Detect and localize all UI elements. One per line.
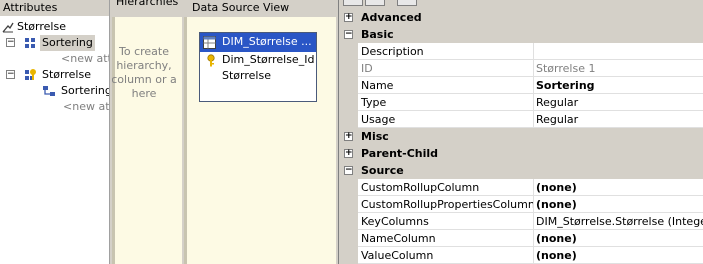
property-value[interactable]: (none) — [534, 230, 703, 247]
property-name: CustomRollupColumn — [358, 179, 534, 196]
key-attribute-icon — [25, 69, 36, 80]
properties-pane: + Advanced − Basic Description ID Større… — [338, 0, 703, 264]
new-attribute-label: <new attr — [61, 52, 109, 65]
property-value[interactable]: DIM_Størrelse.Størrelse (Integer) — [534, 213, 703, 230]
property-row-valuecolumn[interactable]: ValueColumn (none) — [339, 247, 703, 264]
category-source[interactable]: − Source — [339, 162, 703, 179]
dsv-column-label: Dim_Størrelse_Id — [222, 53, 315, 66]
category-parent-child[interactable]: + Parent-Child — [339, 145, 703, 162]
hierarchies-pane: Hierarchies To create hierarchy, column … — [112, 0, 182, 264]
property-value[interactable] — [534, 43, 703, 60]
expand-icon[interactable]: + — [344, 132, 353, 141]
property-row-type[interactable]: Type Regular — [339, 94, 703, 111]
properties-toolbar — [339, 0, 703, 9]
property-row-customrolluppropertiescolumn[interactable]: CustomRollupPropertiesColumn (none) — [339, 196, 703, 213]
data-source-view-pane: Data Source View DIM_Størrelse ... Dim_S… — [184, 0, 336, 264]
property-name: ID — [358, 60, 534, 77]
property-pages-button[interactable] — [397, 0, 417, 6]
collapse-toggle[interactable]: − — [6, 38, 15, 47]
collapse-toggle[interactable]: − — [6, 70, 15, 79]
table-icon — [203, 36, 216, 49]
property-row-name[interactable]: Name Sortering — [339, 77, 703, 94]
category-basic[interactable]: − Basic — [339, 26, 703, 43]
dsv-header: Data Source View — [184, 0, 336, 17]
new-attribute-placeholder[interactable]: <new attri — [63, 99, 110, 115]
hierarchies-hint: To create hierarchy, column or a here — [112, 45, 177, 100]
collapse-icon[interactable]: − — [344, 166, 353, 175]
property-row-description[interactable]: Description — [339, 43, 703, 60]
property-name: Usage — [358, 111, 534, 128]
expand-icon[interactable]: + — [344, 13, 353, 22]
property-row-usage[interactable]: Usage Regular — [339, 111, 703, 128]
attribute-relationship-icon — [2, 22, 14, 33]
property-name: Description — [358, 43, 534, 60]
category-label: Misc — [361, 130, 389, 143]
hierarchies-header: Hierarchies — [112, 0, 182, 11]
expand-icon[interactable]: + — [344, 149, 353, 158]
tree-root-label: Størrelse — [17, 20, 66, 33]
category-label: Basic — [361, 28, 394, 41]
dsv-column-label: Størrelse — [222, 69, 271, 82]
property-row-id[interactable]: ID Størrelse 1 — [339, 60, 703, 77]
property-row-customrollupcolumn[interactable]: CustomRollupColumn (none) — [339, 179, 703, 196]
categorized-button[interactable] — [343, 0, 363, 6]
attributes-header: Attributes — [0, 0, 109, 17]
property-name: ValueColumn — [358, 247, 534, 264]
key-icon — [207, 54, 215, 67]
property-value: Størrelse 1 — [534, 60, 703, 77]
new-attribute-label: <new attri — [63, 100, 110, 113]
category-misc[interactable]: + Misc — [339, 128, 703, 145]
dsv-column[interactable]: Størrelse — [200, 68, 316, 84]
property-name: KeyColumns — [358, 213, 534, 230]
property-value[interactable]: Regular — [534, 111, 703, 128]
property-row-keycolumns[interactable]: KeyColumns DIM_Størrelse.Størrelse (Inte… — [339, 213, 703, 230]
dsv-table-title[interactable]: DIM_Størrelse ... — [200, 33, 316, 52]
attributes-pane: Attributes Størrelse − Sortering <new at… — [0, 0, 110, 264]
dsv-table[interactable]: DIM_Størrelse ... Dim_Størrelse_Id Størr… — [199, 32, 317, 102]
property-row-namecolumn[interactable]: NameColumn (none) — [339, 230, 703, 247]
property-value[interactable]: Sortering — [534, 77, 703, 94]
hierarchy-level-icon — [43, 86, 55, 96]
property-name: Name — [358, 77, 534, 94]
property-value[interactable]: Regular — [534, 94, 703, 111]
category-label: Source — [361, 164, 404, 177]
tree-subitem-label: Sortering — [61, 84, 110, 97]
tree-item-label: Størrelse — [42, 68, 91, 81]
dsv-column[interactable]: Dim_Størrelse_Id — [200, 52, 316, 68]
dsv-table-title-label: DIM_Størrelse ... — [222, 35, 312, 48]
property-value[interactable]: (none) — [534, 196, 703, 213]
property-value[interactable]: (none) — [534, 179, 703, 196]
attribute-icon — [25, 38, 35, 48]
category-advanced[interactable]: + Advanced — [339, 9, 703, 26]
category-label: Parent-Child — [361, 147, 439, 160]
property-name: Type — [358, 94, 534, 111]
property-name: CustomRollupPropertiesColumn — [358, 196, 534, 213]
property-value[interactable]: (none) — [534, 247, 703, 264]
collapse-icon[interactable]: − — [344, 30, 353, 39]
alphabetical-button[interactable] — [365, 0, 385, 6]
dsv-canvas[interactable]: DIM_Størrelse ... Dim_Størrelse_Id Størr… — [184, 17, 336, 264]
hierarchies-canvas[interactable]: To create hierarchy, column or a here — [112, 17, 182, 264]
category-label: Advanced — [361, 11, 422, 24]
tree-item-label: Sortering — [40, 35, 95, 51]
new-attribute-placeholder[interactable]: <new attr — [61, 51, 109, 67]
property-name: NameColumn — [358, 230, 534, 247]
